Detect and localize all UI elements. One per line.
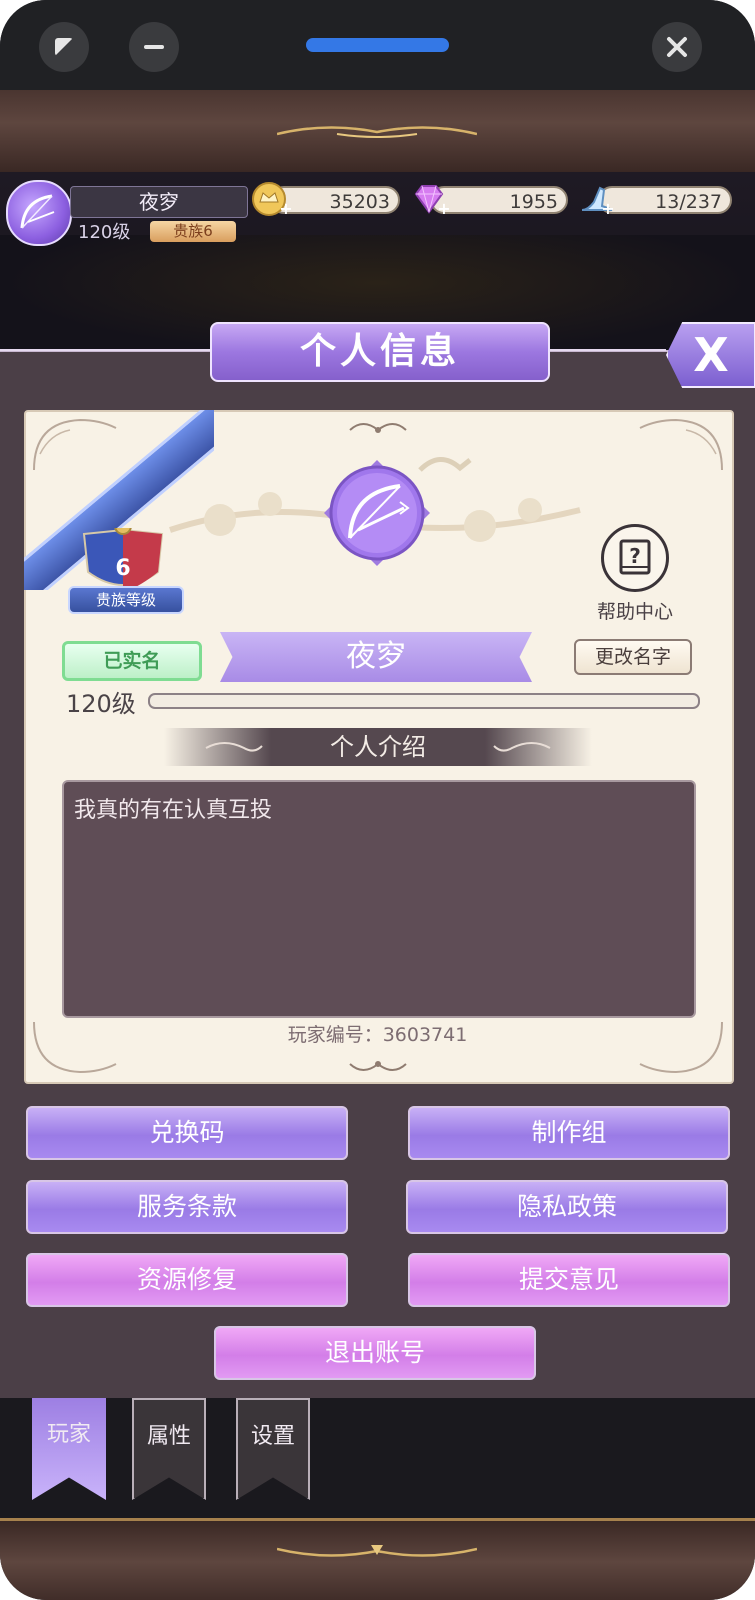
corner-flourish-icon bbox=[639, 418, 723, 471]
add-diamond-icon[interactable]: + bbox=[437, 201, 451, 217]
hud-level: 120级 bbox=[78, 222, 131, 243]
system-bar bbox=[0, 0, 755, 90]
noble-level-number: 6 bbox=[115, 556, 131, 581]
help-center-button[interactable]: ? bbox=[601, 524, 669, 592]
intro-heading-text: 个人介绍 bbox=[330, 733, 426, 761]
logout-button[interactable]: 退出账号 bbox=[214, 1326, 536, 1380]
player-id: 玩家编号：3603741 bbox=[287, 1024, 468, 1046]
bow-emblem-icon bbox=[324, 460, 430, 566]
intro-heading: 个人介绍 bbox=[164, 728, 592, 766]
add-gold-icon[interactable]: + bbox=[279, 201, 293, 217]
add-stamina-icon[interactable]: + bbox=[601, 201, 615, 217]
help-center-label[interactable]: 帮助中心 bbox=[585, 597, 685, 624]
intro-textarea[interactable]: 我真的有在认真互投 bbox=[62, 780, 696, 1018]
credits-button[interactable]: 制作组 bbox=[408, 1106, 730, 1160]
hud-player-name: 夜穸 bbox=[70, 186, 248, 218]
bottom-flourish-icon bbox=[349, 1061, 407, 1071]
bottom-wood-frame bbox=[0, 1518, 755, 1600]
top-flourish-icon bbox=[349, 423, 407, 433]
tab-bar bbox=[0, 1398, 755, 1518]
svg-text:?: ? bbox=[629, 544, 641, 568]
hud-noble-badge: 贵族6 bbox=[150, 221, 236, 242]
player-name: 夜穸 bbox=[220, 632, 532, 682]
panel-close-button[interactable]: X bbox=[666, 322, 755, 388]
gold-ornament-icon bbox=[277, 1545, 477, 1557]
title-divider-right bbox=[546, 349, 666, 351]
terms-button[interactable]: 服务条款 bbox=[26, 1180, 348, 1234]
privacy-button[interactable]: 隐私政策 bbox=[406, 1180, 728, 1234]
stamina-counter: 13/237 bbox=[598, 186, 732, 214]
verified-badge: 已实名 bbox=[62, 641, 202, 681]
title-divider-left bbox=[0, 349, 210, 351]
noble-level-label: 贵族等级 bbox=[68, 586, 184, 614]
swirl-left-icon bbox=[205, 742, 263, 752]
help-book-icon: ? bbox=[619, 539, 651, 575]
gold-ornament-icon bbox=[277, 126, 477, 138]
drag-handle[interactable] bbox=[306, 38, 449, 52]
player-level: 120级 bbox=[66, 690, 136, 718]
minimize-icon[interactable] bbox=[129, 22, 179, 72]
bow-icon bbox=[20, 194, 55, 229]
exp-progress-bar bbox=[148, 693, 700, 709]
panel-title: 个人信息 bbox=[210, 322, 550, 382]
close-icon[interactable] bbox=[652, 22, 702, 72]
swirl-right-icon bbox=[493, 742, 551, 752]
expand-icon[interactable] bbox=[39, 22, 89, 72]
redeem-code-button[interactable]: 兑换码 bbox=[26, 1106, 348, 1160]
submit-feedback-button[interactable]: 提交意见 bbox=[408, 1253, 730, 1307]
player-avatar[interactable] bbox=[6, 180, 72, 246]
rename-button[interactable]: 更改名字 bbox=[574, 639, 692, 675]
phone-frame: 夜穸 120级 贵族6 35203 + 1955 + 13/237 + 个人信息… bbox=[0, 0, 755, 1600]
top-wood-frame bbox=[0, 90, 755, 175]
repair-resources-button[interactable]: 资源修复 bbox=[26, 1253, 348, 1307]
